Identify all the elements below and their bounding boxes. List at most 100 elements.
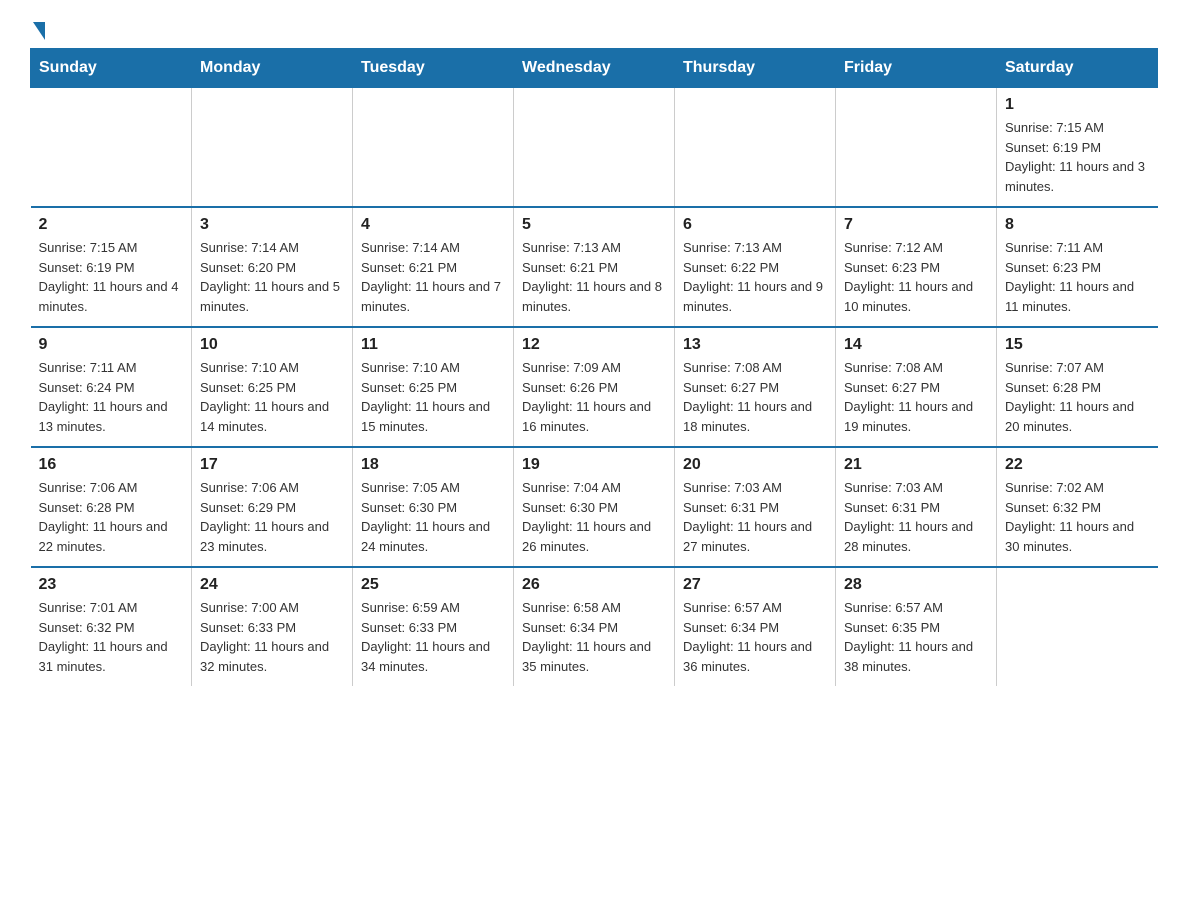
day-number: 5 — [522, 216, 666, 234]
day-number: 12 — [522, 336, 666, 354]
day-info: Sunrise: 7:08 AMSunset: 6:27 PMDaylight:… — [844, 358, 988, 436]
calendar-body: 1 Sunrise: 7:15 AMSunset: 6:19 PMDaylight… — [31, 88, 1158, 687]
day-info: Sunrise: 7:11 AMSunset: 6:23 PMDaylight:… — [1005, 238, 1150, 316]
calendar-day-cell: 3 Sunrise: 7:14 AMSunset: 6:20 PMDaylight… — [192, 207, 353, 327]
day-number: 22 — [1005, 456, 1150, 474]
day-of-week-header: Wednesday — [514, 49, 675, 88]
calendar-header: SundayMondayTuesdayWednesdayThursdayFrid… — [31, 49, 1158, 88]
day-info: Sunrise: 7:03 AMSunset: 6:31 PMDaylight:… — [844, 478, 988, 556]
day-info: Sunrise: 7:14 AMSunset: 6:21 PMDaylight:… — [361, 238, 505, 316]
day-number: 28 — [844, 576, 988, 594]
day-info: Sunrise: 7:13 AMSunset: 6:22 PMDaylight:… — [683, 238, 827, 316]
day-number: 11 — [361, 336, 505, 354]
day-number: 26 — [522, 576, 666, 594]
calendar-day-cell — [514, 88, 675, 208]
day-number: 23 — [39, 576, 184, 594]
calendar-day-cell — [31, 88, 192, 208]
day-info: Sunrise: 6:58 AMSunset: 6:34 PMDaylight:… — [522, 598, 666, 676]
day-info: Sunrise: 7:07 AMSunset: 6:28 PMDaylight:… — [1005, 358, 1150, 436]
day-number: 25 — [361, 576, 505, 594]
calendar-day-cell: 5Sunrise: 7:13 AMSunset: 6:21 PMDaylight… — [514, 207, 675, 327]
calendar-day-cell: 17Sunrise: 7:06 AMSunset: 6:29 PMDayligh… — [192, 447, 353, 567]
day-info: Sunrise: 7:15 AMSunset: 6:19 PMDaylight:… — [1005, 118, 1150, 196]
day-info: Sunrise: 7:14 AMSunset: 6:20 PMDaylight:… — [200, 238, 344, 316]
day-info: Sunrise: 6:57 AMSunset: 6:35 PMDaylight:… — [844, 598, 988, 676]
calendar-day-cell — [192, 88, 353, 208]
calendar-day-cell — [997, 567, 1158, 686]
day-info: Sunrise: 7:09 AMSunset: 6:26 PMDaylight:… — [522, 358, 666, 436]
calendar-day-cell — [836, 88, 997, 208]
calendar-day-cell: 15 Sunrise: 7:07 AMSunset: 6:28 PMDayligh… — [997, 327, 1158, 447]
day-of-week-header: Tuesday — [353, 49, 514, 88]
day-number: 8 — [1005, 216, 1150, 234]
calendar-week-row: 23Sunrise: 7:01 AMSunset: 6:32 PMDayligh… — [31, 567, 1158, 686]
day-number: 24 — [200, 576, 344, 594]
calendar-day-cell — [675, 88, 836, 208]
calendar-week-row: 9 Sunrise: 7:11 AMSunset: 6:24 PMDaylight… — [31, 327, 1158, 447]
day-info: Sunrise: 7:10 AMSunset: 6:25 PMDaylight:… — [200, 358, 344, 436]
calendar-day-cell: 16Sunrise: 7:06 AMSunset: 6:28 PMDayligh… — [31, 447, 192, 567]
day-info: Sunrise: 6:59 AMSunset: 6:33 PMDaylight:… — [361, 598, 505, 676]
calendar-day-cell: 9 Sunrise: 7:11 AMSunset: 6:24 PMDaylight… — [31, 327, 192, 447]
calendar-day-cell: 14 Sunrise: 7:08 AMSunset: 6:27 PMDayligh… — [836, 327, 997, 447]
calendar-day-cell: 13Sunrise: 7:08 AMSunset: 6:27 PMDayligh… — [675, 327, 836, 447]
calendar-day-cell: 18 Sunrise: 7:05 AMSunset: 6:30 PMDayligh… — [353, 447, 514, 567]
day-number: 18 — [361, 456, 505, 474]
calendar-day-cell: 23Sunrise: 7:01 AMSunset: 6:32 PMDayligh… — [31, 567, 192, 686]
calendar-day-cell: 2 Sunrise: 7:15 AMSunset: 6:19 PMDaylight… — [31, 207, 192, 327]
calendar-day-cell: 20 Sunrise: 7:03 AMSunset: 6:31 PMDayligh… — [675, 447, 836, 567]
day-info: Sunrise: 7:04 AMSunset: 6:30 PMDaylight:… — [522, 478, 666, 556]
day-number: 20 — [683, 456, 827, 474]
day-number: 3 — [200, 216, 344, 234]
calendar-day-cell: 11 Sunrise: 7:10 AMSunset: 6:25 PMDayligh… — [353, 327, 514, 447]
day-number: 16 — [39, 456, 184, 474]
calendar-day-cell: 10 Sunrise: 7:10 AMSunset: 6:25 PMDayligh… — [192, 327, 353, 447]
calendar-week-row: 1 Sunrise: 7:15 AMSunset: 6:19 PMDaylight… — [31, 88, 1158, 208]
day-of-week-header: Thursday — [675, 49, 836, 88]
day-info: Sunrise: 7:06 AMSunset: 6:29 PMDaylight:… — [200, 478, 344, 556]
day-info: Sunrise: 7:00 AMSunset: 6:33 PMDaylight:… — [200, 598, 344, 676]
logo — [30, 20, 45, 38]
day-number: 2 — [39, 216, 184, 234]
logo-arrow-icon — [33, 22, 45, 40]
day-of-week-header: Friday — [836, 49, 997, 88]
day-number: 6 — [683, 216, 827, 234]
day-number: 14 — [844, 336, 988, 354]
calendar-day-cell: 8 Sunrise: 7:11 AMSunset: 6:23 PMDaylight… — [997, 207, 1158, 327]
day-of-week-header: Monday — [192, 49, 353, 88]
calendar-table: SundayMondayTuesdayWednesdayThursdayFrid… — [30, 48, 1158, 686]
day-number: 1 — [1005, 96, 1150, 114]
days-of-week-row: SundayMondayTuesdayWednesdayThursdayFrid… — [31, 49, 1158, 88]
day-info: Sunrise: 7:05 AMSunset: 6:30 PMDaylight:… — [361, 478, 505, 556]
calendar-day-cell: 1 Sunrise: 7:15 AMSunset: 6:19 PMDaylight… — [997, 88, 1158, 208]
day-number: 4 — [361, 216, 505, 234]
calendar-day-cell: 28 Sunrise: 6:57 AMSunset: 6:35 PMDayligh… — [836, 567, 997, 686]
day-info: Sunrise: 7:10 AMSunset: 6:25 PMDaylight:… — [361, 358, 505, 436]
day-of-week-header: Sunday — [31, 49, 192, 88]
calendar-day-cell: 12 Sunrise: 7:09 AMSunset: 6:26 PMDayligh… — [514, 327, 675, 447]
calendar-day-cell: 22 Sunrise: 7:02 AMSunset: 6:32 PMDayligh… — [997, 447, 1158, 567]
day-number: 27 — [683, 576, 827, 594]
day-number: 10 — [200, 336, 344, 354]
day-info: Sunrise: 7:02 AMSunset: 6:32 PMDaylight:… — [1005, 478, 1150, 556]
day-number: 13 — [683, 336, 827, 354]
calendar-day-cell: 25 Sunrise: 6:59 AMSunset: 6:33 PMDayligh… — [353, 567, 514, 686]
day-info: Sunrise: 7:12 AMSunset: 6:23 PMDaylight:… — [844, 238, 988, 316]
logo-top — [30, 20, 45, 40]
calendar-day-cell: 21 Sunrise: 7:03 AMSunset: 6:31 PMDayligh… — [836, 447, 997, 567]
calendar-week-row: 16Sunrise: 7:06 AMSunset: 6:28 PMDayligh… — [31, 447, 1158, 567]
day-number: 15 — [1005, 336, 1150, 354]
day-info: Sunrise: 7:03 AMSunset: 6:31 PMDaylight:… — [683, 478, 827, 556]
calendar-day-cell: 24 Sunrise: 7:00 AMSunset: 6:33 PMDayligh… — [192, 567, 353, 686]
day-number: 19 — [522, 456, 666, 474]
calendar-day-cell: 27 Sunrise: 6:57 AMSunset: 6:34 PMDayligh… — [675, 567, 836, 686]
day-number: 21 — [844, 456, 988, 474]
day-info: Sunrise: 7:15 AMSunset: 6:19 PMDaylight:… — [39, 238, 184, 316]
calendar-day-cell: 6 Sunrise: 7:13 AMSunset: 6:22 PMDaylight… — [675, 207, 836, 327]
day-number: 7 — [844, 216, 988, 234]
day-number: 9 — [39, 336, 184, 354]
calendar-week-row: 2 Sunrise: 7:15 AMSunset: 6:19 PMDaylight… — [31, 207, 1158, 327]
day-info: Sunrise: 6:57 AMSunset: 6:34 PMDaylight:… — [683, 598, 827, 676]
page-header — [30, 20, 1158, 38]
day-info: Sunrise: 7:11 AMSunset: 6:24 PMDaylight:… — [39, 358, 184, 436]
